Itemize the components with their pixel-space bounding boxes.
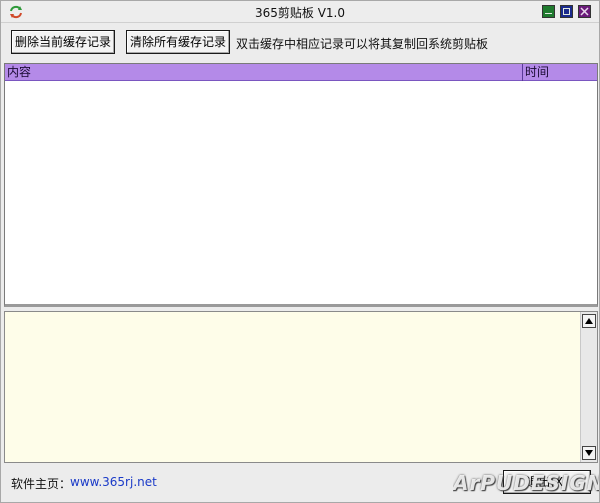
scroll-up-button[interactable] bbox=[582, 314, 596, 328]
scroll-up-arrow-icon bbox=[585, 318, 593, 324]
homepage-label: 软件主页： bbox=[11, 477, 72, 491]
vertical-scrollbar[interactable] bbox=[580, 312, 597, 462]
list-header: 内容 时间 bbox=[5, 64, 597, 81]
clear-all-button[interactable]: 清除所有缓存记录 bbox=[126, 30, 230, 54]
title-bar[interactable]: 365剪贴板 V1.0 bbox=[1, 1, 599, 23]
maximize-button[interactable] bbox=[560, 5, 573, 18]
window-title: 365剪贴板 V1.0 bbox=[254, 6, 345, 20]
column-header-time[interactable]: 时间 bbox=[525, 65, 549, 80]
close-button[interactable] bbox=[578, 5, 591, 18]
column-divider[interactable] bbox=[522, 64, 523, 81]
column-header-content[interactable]: 内容 bbox=[7, 65, 31, 80]
maximize-icon bbox=[563, 8, 570, 15]
clipboard-history-list[interactable]: 内容 时间 bbox=[4, 63, 598, 307]
minimize-button[interactable] bbox=[542, 5, 555, 18]
scroll-down-arrow-icon bbox=[585, 450, 593, 456]
detail-text-area[interactable] bbox=[4, 311, 598, 463]
scroll-down-button[interactable] bbox=[582, 446, 596, 460]
usage-hint: 双击缓存中相应记录可以将其复制回系统剪贴板 bbox=[236, 37, 489, 51]
minimize-icon bbox=[545, 13, 552, 15]
close-icon bbox=[580, 7, 589, 16]
app-window: 365剪贴板 V1.0 删除当前缓存记录 清除所有缓存记录 双击缓存中相应记录可… bbox=[0, 0, 600, 503]
exit-button[interactable]: 退出(X) bbox=[503, 470, 591, 494]
delete-current-button[interactable]: 删除当前缓存记录 bbox=[11, 30, 115, 54]
homepage-link[interactable]: www.365rj.net bbox=[70, 475, 157, 489]
